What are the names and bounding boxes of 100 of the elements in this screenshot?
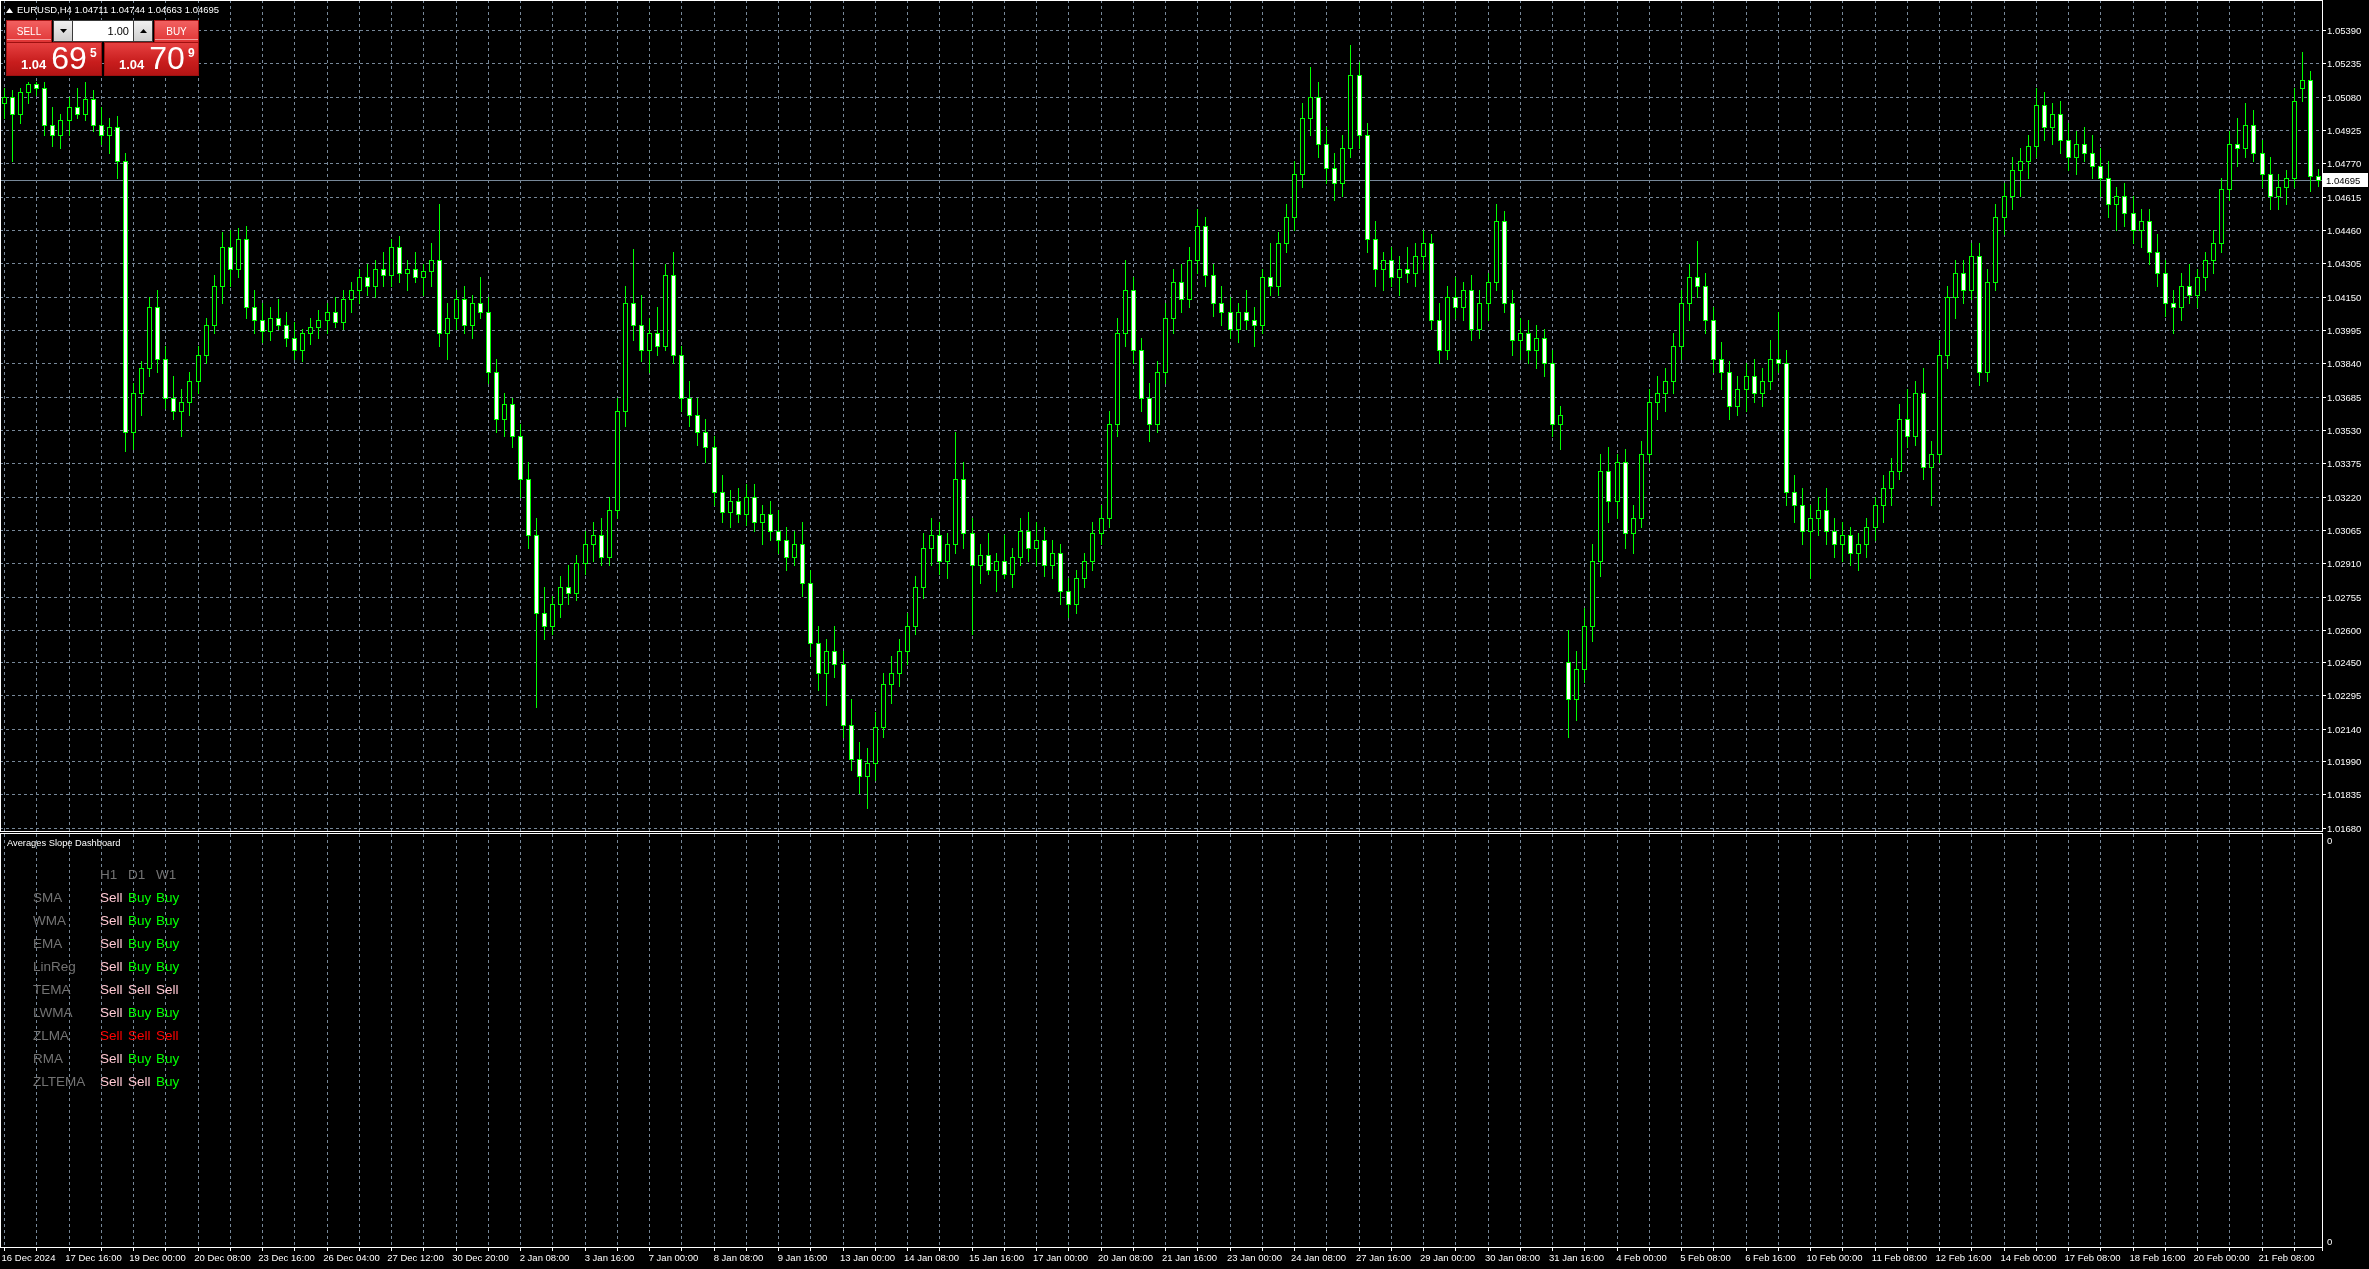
candlestick	[1776, 311, 1781, 374]
candlestick	[1856, 532, 1861, 572]
time-axis-label: 2 Jan 08:00	[519, 1252, 570, 1263]
volume-decrease-button[interactable]	[53, 20, 73, 42]
candlestick	[2114, 186, 2119, 232]
indicator-name: RMA	[33, 1050, 64, 1068]
candlestick	[99, 106, 104, 146]
candlestick	[679, 345, 684, 413]
candlestick	[1574, 650, 1579, 722]
candlestick	[171, 375, 176, 421]
candlestick	[1260, 268, 1265, 335]
candlestick	[913, 575, 918, 636]
candlestick	[2139, 208, 2144, 249]
signal-text: Sell	[100, 890, 123, 905]
signal-text: Buy	[156, 1051, 180, 1066]
candlestick	[1881, 474, 1886, 524]
price-axis-label: 1.04305	[2327, 258, 2362, 269]
volume-increase-button[interactable]	[133, 20, 153, 42]
indicator-name: SMA	[33, 889, 64, 907]
time-axis-label: 29 Jan 00:00	[1420, 1252, 1475, 1263]
price-axis-label: 1.03065	[2327, 525, 2362, 536]
time-axis-label: 17 Feb 08:00	[2064, 1252, 2121, 1263]
candlestick	[1002, 534, 1007, 580]
candlestick	[1711, 306, 1716, 374]
signal-text: Sell	[128, 1028, 151, 1043]
time-axis-label: 17 Dec 16:00	[65, 1252, 122, 1263]
candlestick	[1703, 272, 1708, 335]
candlestick	[857, 741, 862, 795]
price-axis-label: 1.04615	[2327, 192, 2362, 203]
candlestick	[1276, 231, 1281, 297]
sell-button[interactable]: SELL	[6, 20, 52, 42]
candlestick	[2002, 182, 2007, 236]
time-axis-label: 19 Dec 00:00	[129, 1252, 186, 1263]
candlestick	[470, 294, 475, 340]
candlestick	[816, 625, 821, 692]
column-header: H1	[100, 866, 119, 884]
column-header: D1	[128, 866, 147, 884]
candlestick	[994, 552, 999, 593]
candlestick	[1873, 496, 1878, 542]
price-axis-label: 1.05235	[2327, 58, 2362, 69]
candlestick	[1461, 281, 1466, 322]
indicator-name: EMA	[33, 935, 64, 953]
candlestick	[1332, 152, 1337, 202]
candlestick	[115, 115, 120, 180]
candlestick	[1050, 539, 1055, 580]
candlestick	[1518, 317, 1523, 361]
candlestick	[2042, 91, 2047, 142]
buy-button[interactable]: BUY	[154, 20, 199, 42]
candlestick	[647, 317, 652, 374]
candlestick	[905, 612, 910, 666]
time-axis-label: 31 Jan 16:00	[1549, 1252, 1604, 1263]
volume-field[interactable]: 1.00	[73, 20, 133, 42]
candlestick	[1252, 306, 1257, 348]
current-price-label: 1.04695	[2323, 173, 2368, 187]
candlestick	[1228, 296, 1233, 340]
candlestick	[1034, 521, 1039, 567]
candlestick	[1082, 552, 1087, 589]
candlestick	[712, 435, 717, 507]
candlestick	[2122, 182, 2127, 228]
candlestick	[325, 302, 330, 335]
price-axis-label: 1.04460	[2327, 225, 2362, 236]
candlestick	[1090, 521, 1095, 572]
candlestick	[865, 747, 870, 810]
candlestick	[655, 306, 660, 357]
price-axis-label: 1.04150	[2327, 292, 2362, 303]
candlestick	[2098, 147, 2103, 198]
price-axis-label: 1.04770	[2327, 158, 2362, 169]
candlestick	[2066, 122, 2071, 172]
signal-text: Buy	[128, 913, 152, 928]
candlestick	[1913, 380, 1918, 447]
candlestick	[236, 227, 241, 279]
candlestick	[703, 418, 708, 464]
candlestick	[945, 532, 950, 580]
candlestick	[1026, 511, 1031, 563]
time-axis-label: 15 Jan 16:00	[969, 1252, 1024, 1263]
candlestick	[1308, 66, 1313, 137]
candlestick	[333, 296, 338, 329]
signal-text: Sell	[156, 1028, 179, 1043]
candlestick	[542, 586, 547, 641]
candlestick	[1542, 328, 1547, 378]
candlestick	[1953, 259, 1958, 320]
candlestick	[397, 235, 402, 284]
candlestick	[558, 575, 563, 619]
candlestick	[599, 517, 604, 567]
triangle-up-icon[interactable]	[6, 7, 13, 13]
candlestick	[1437, 302, 1442, 365]
candlestick	[478, 276, 483, 320]
candlestick	[1558, 405, 1563, 451]
candlestick	[1671, 332, 1676, 395]
candlestick	[1760, 367, 1765, 408]
candlestick	[1203, 216, 1208, 288]
candlestick	[2131, 195, 2136, 245]
price-axis-label: 1.01835	[2327, 789, 2362, 800]
candlestick	[1615, 453, 1620, 520]
candlestick	[792, 530, 797, 567]
candlestick	[1292, 160, 1297, 232]
candlestick	[921, 532, 926, 600]
indicator-name: ZLMA	[33, 1027, 70, 1045]
candlestick	[445, 302, 450, 361]
candlestick	[2243, 102, 2248, 159]
